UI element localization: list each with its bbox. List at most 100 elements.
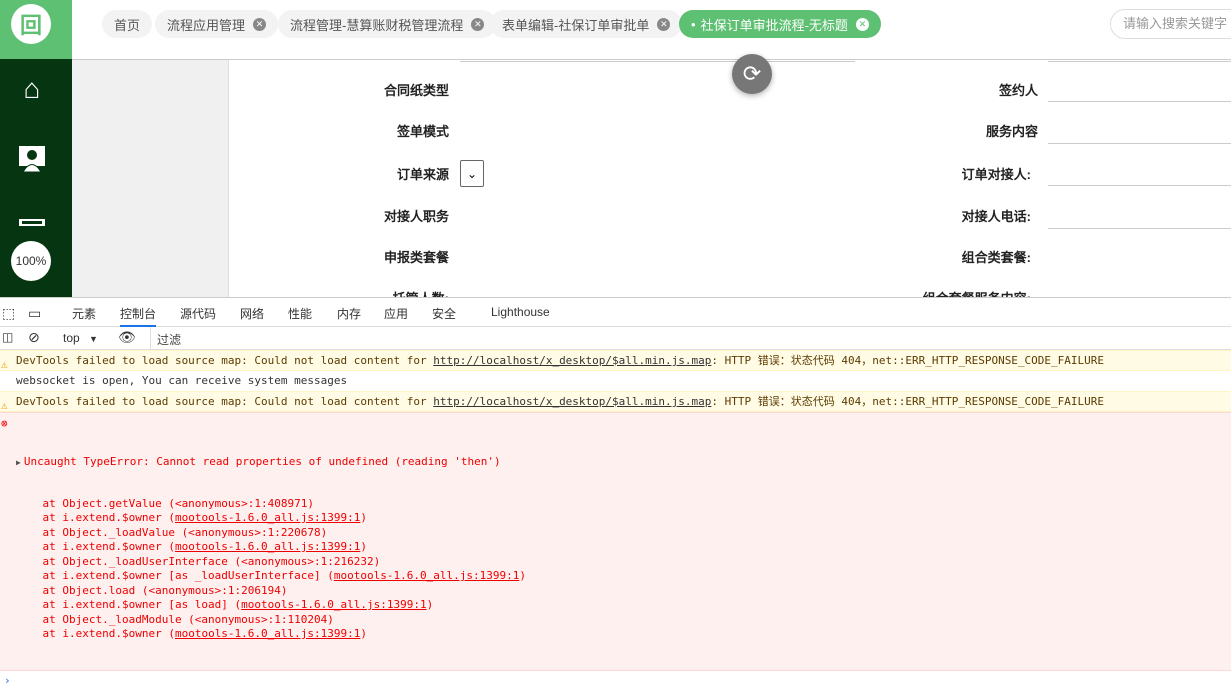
refresh-icon: ⟳ (742, 61, 762, 86)
divider (460, 61, 855, 62)
error-icon: ⊗ (1, 417, 8, 430)
frame-link[interactable]: mootools-1.6.0_all.js:1399:1 (334, 569, 519, 582)
frame-text: at i.extend.$owner ( (16, 627, 175, 640)
stack-frame: at Object._loadUserInterface (<anonymous… (16, 555, 1231, 570)
frame-text: ) (360, 627, 368, 640)
tab-sources[interactable]: 源代码 (180, 305, 216, 322)
frame-link[interactable]: mootools-1.6.0_all.js:1399:1 (175, 511, 360, 524)
tab-label: 首页 (114, 17, 141, 33)
chevron-down-icon: ⌄ (466, 166, 478, 181)
frame-link[interactable]: mootools-1.6.0_all.js:1399:1 (175, 540, 360, 553)
form-label: 合同纸类型 (383, 83, 449, 98)
frame-text: at Object.getValue (<anonymous>:1:408971… (16, 496, 315, 510)
frame-text: at i.extend.$owner ( (16, 540, 175, 553)
close-icon[interactable]: ✕ (657, 17, 671, 31)
left-panel (72, 60, 229, 297)
signer-input[interactable] (1048, 101, 1231, 102)
tab-process-active[interactable]: • 社保订单审批流程-无标题 ✕ (679, 10, 881, 38)
stack-frame: at Object._loadModule (<anonymous>:1:110… (16, 613, 1231, 628)
tab-lighthouse[interactable]: Lighthouse (491, 305, 550, 319)
form-label: 订单来源 (396, 167, 449, 182)
console-warning: ⚠ DevTools failed to load source map: Cou… (0, 350, 1231, 371)
app-logo[interactable]: 回 (0, 0, 72, 59)
zoom-level[interactable]: 100% (11, 241, 51, 281)
inspect-icon[interactable]: ⬚ (2, 305, 15, 322)
contact-phone-input[interactable] (1048, 228, 1231, 229)
frame-link[interactable]: mootools-1.6.0_all.js:1399:1 (241, 598, 426, 611)
tab-performance[interactable]: 性能 (288, 305, 312, 322)
form-label: 对接人职务 (383, 209, 449, 224)
frame-text: at i.extend.$owner [as load] ( (16, 598, 242, 611)
message-text: : HTTP 错误：状态代码 404，net::ERR_HTTP_RESPONS… (711, 354, 1105, 367)
tab-form-edit[interactable]: 表单编辑-社保订单审批单 ✕ (490, 10, 683, 38)
logo-icon: 回 (11, 4, 51, 44)
form-label: 对接人电话: (961, 209, 1031, 224)
form-label: 组合类套餐: (961, 250, 1031, 265)
stack-frame: at i.extend.$owner (mootools-1.6.0_all.j… (16, 540, 1231, 555)
tab-security[interactable]: 安全 (432, 305, 456, 322)
search-input[interactable]: 请输入搜索关键字 (1110, 9, 1231, 39)
tab-label: 社保订单审批流程-无标题 (700, 17, 848, 33)
refresh-button[interactable]: ⟳ (732, 54, 772, 94)
console-warning: ⚠ DevTools failed to load source map: Cou… (0, 391, 1231, 412)
order-source-select[interactable]: ⌄ (460, 160, 484, 187)
frame-text: at Object._loadValue (<anonymous>:1:2206… (16, 525, 328, 539)
ruler-icon[interactable] (16, 205, 48, 237)
frame-text: at i.extend.$owner [as _loadUserInterfac… (16, 569, 334, 582)
tab-home[interactable]: 首页 (102, 10, 153, 38)
clear-console-icon[interactable]: ⊘ (28, 329, 40, 346)
tab-process-manage[interactable]: 流程管理-慧算账财税管理流程 ✕ (278, 10, 497, 38)
device-toolbar-icon[interactable]: ▭ (28, 305, 41, 322)
eye-icon[interactable]: 👁 (118, 329, 136, 346)
tab-console[interactable]: 控制台 (120, 305, 157, 327)
context-select[interactable]: top ▼ (63, 331, 98, 345)
sidebar: ⌂ 100% (0, 59, 72, 297)
expand-triangle-icon[interactable]: ▶ (16, 458, 21, 467)
message-text: DevTools failed to load source map: Coul… (16, 354, 434, 367)
form-label: 组合套餐服务内容: (923, 288, 1031, 297)
devtools-tabs: ⬚ ▭ 元素 控制台 源代码 网络 性能 内存 应用 安全 Lighthouse (0, 298, 1231, 327)
frame-text: at Object._loadUserInterface (<anonymous… (16, 554, 381, 568)
source-map-link[interactable]: http://localhost/x_desktop/$all.min.js.m… (433, 395, 711, 408)
stack-frame: at i.extend.$owner [as _loadUserInterfac… (16, 569, 1231, 584)
close-icon[interactable]: ✕ (855, 17, 869, 31)
dot-icon: • (691, 16, 696, 32)
console-log: websocket is open, You can receive syste… (0, 371, 1231, 391)
service-content-input[interactable] (1048, 143, 1231, 144)
order-contact-input[interactable] (1048, 185, 1231, 186)
tab-network[interactable]: 网络 (240, 305, 264, 322)
form-label: 服务内容 (985, 124, 1038, 139)
filter-input[interactable]: 过滤 (150, 327, 1231, 349)
tab-memory[interactable]: 内存 (337, 305, 361, 322)
devtools-panel: ⬚ ▭ 元素 控制台 源代码 网络 性能 内存 应用 安全 Lighthouse… (0, 297, 1231, 687)
frame-text: ) (519, 569, 526, 582)
frame-link[interactable]: mootools-1.6.0_all.js:1399:1 (175, 627, 360, 640)
tab-process-app[interactable]: 流程应用管理 ✕ (155, 10, 279, 38)
stack-frame: at Object.load (<anonymous>:1:206194) (16, 584, 1231, 599)
caret-down-icon: ▼ (89, 334, 98, 344)
console-prompt[interactable]: › (0, 671, 1231, 691)
frame-text: ) (360, 540, 368, 553)
message-text: websocket is open, You can receive syste… (16, 374, 348, 387)
form-label: 申报类套餐 (383, 250, 449, 265)
form-label: 签约人 (998, 83, 1038, 98)
user-screen-icon[interactable] (16, 143, 48, 175)
error-title: Uncaught TypeError: Cannot read properti… (23, 455, 501, 468)
sidebar-toggle-icon[interactable]: ◫ (2, 330, 13, 344)
form-label: 签单模式 (396, 124, 449, 139)
source-map-link[interactable]: http://localhost/x_desktop/$all.min.js.m… (433, 354, 711, 367)
stack-frame: at i.extend.$owner (mootools-1.6.0_all.j… (16, 511, 1231, 526)
console-error: ⊗ ▶ Uncaught TypeError: Cannot read prope… (0, 412, 1231, 671)
tab-elements[interactable]: 元素 (72, 305, 96, 322)
error-stack: at Object.getValue (<anonymous>:1:408971… (16, 497, 1231, 642)
frame-text: ) (360, 511, 368, 524)
tab-label: 流程管理-慧算账财税管理流程 (290, 17, 464, 33)
close-icon[interactable]: ✕ (253, 17, 267, 31)
close-icon[interactable]: ✕ (471, 17, 485, 31)
stack-frame: at i.extend.$owner [as load] (mootools-1… (16, 598, 1231, 613)
home-icon[interactable]: ⌂ (16, 73, 48, 105)
form-label: 托管人数: (393, 288, 449, 297)
frame-text: at Object.load (<anonymous>:1:206194) (16, 583, 288, 597)
stack-frame: at Object.getValue (<anonymous>:1:408971… (16, 497, 1231, 512)
tab-application[interactable]: 应用 (384, 305, 408, 322)
